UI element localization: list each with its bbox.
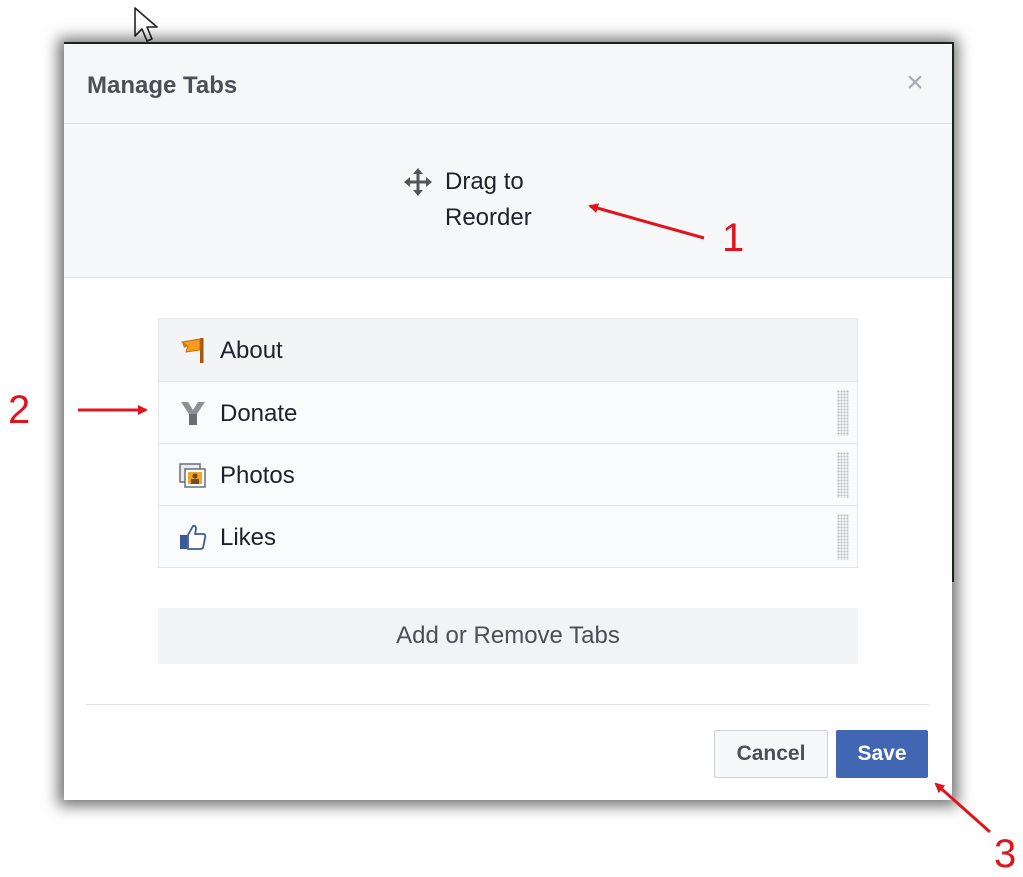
tab-row-donate[interactable]: Donate [159, 381, 857, 443]
tab-label-about: About [220, 337, 283, 364]
manage-tabs-dialog: Manage Tabs × Drag to Reorder About Dona… [64, 44, 952, 800]
annotation-number-2: 2 [8, 388, 31, 432]
donate-icon [181, 402, 205, 425]
dialog-header: Manage Tabs × [64, 44, 952, 124]
drag-handle[interactable] [837, 514, 849, 560]
footer-divider [86, 704, 929, 705]
drag-to-reorder-hint: Drag to Reorder [64, 124, 952, 278]
cancel-button[interactable]: Cancel [714, 730, 828, 778]
tab-list: About Donate Photos Likes [158, 318, 858, 568]
close-icon[interactable]: × [902, 68, 928, 98]
tab-label-likes: Likes [220, 524, 277, 551]
mouse-cursor-icon [134, 7, 158, 42]
drag-to-reorder-text: Drag to Reorder [445, 164, 532, 236]
drag-handle[interactable] [837, 452, 849, 498]
tab-label-donate: Donate [220, 400, 298, 427]
about-flag-icon [180, 338, 204, 363]
tab-row-photos[interactable]: Photos [159, 443, 857, 505]
tab-row-about[interactable]: About [159, 319, 857, 381]
drag-handle[interactable] [837, 390, 849, 436]
annotation-number-1: 1 [722, 216, 745, 260]
tab-label-photos: Photos [220, 462, 295, 489]
move-arrows-icon [404, 168, 432, 196]
drag-text-line1: Drag to [445, 168, 524, 195]
add-or-remove-tabs-button[interactable]: Add or Remove Tabs [158, 608, 858, 664]
photos-icon [179, 463, 206, 488]
tab-row-likes[interactable]: Likes [159, 505, 857, 567]
save-button[interactable]: Save [836, 730, 928, 778]
dialog-title: Manage Tabs [87, 72, 238, 99]
annotation-number-3: 3 [994, 832, 1017, 876]
drag-text-line2: Reorder [445, 204, 532, 231]
likes-thumb-icon [180, 524, 207, 550]
